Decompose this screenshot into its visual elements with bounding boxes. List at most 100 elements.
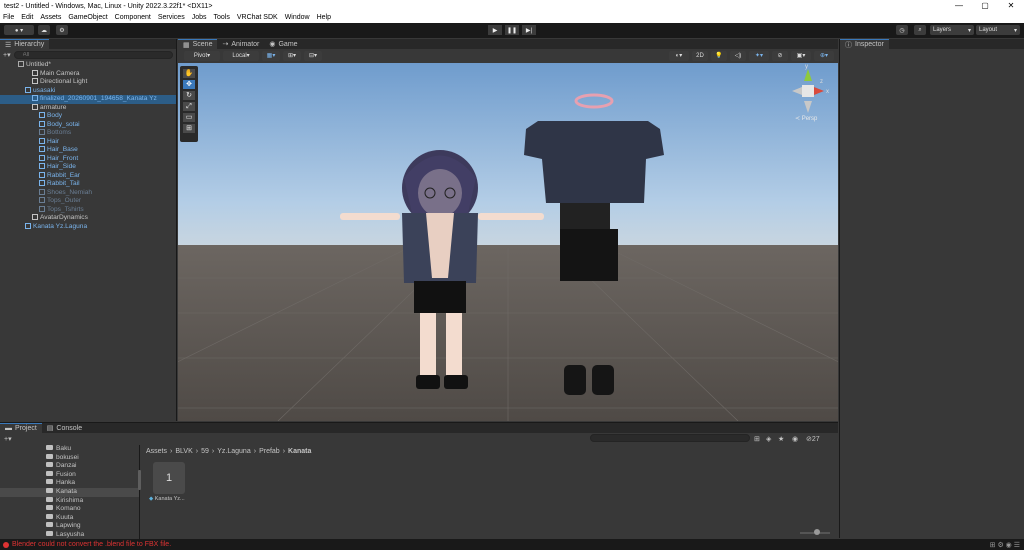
scale-tool-button[interactable]: ⤢ <box>183 102 195 111</box>
tab-inspector[interactable]: ⓘ Inspector <box>840 39 889 49</box>
hierarchy-item[interactable]: Tops_Tshirts <box>0 205 176 215</box>
audio-toggle[interactable]: ◁) <box>730 50 746 61</box>
pause-button[interactable]: ❚❚ <box>505 25 519 35</box>
history-button[interactable]: ◷ <box>896 25 908 35</box>
hierarchy-item[interactable]: Hair <box>0 137 176 147</box>
breadcrumb-item[interactable]: BLVK <box>175 448 192 455</box>
breadcrumb-item[interactable]: Yz.Laguna <box>217 448 250 455</box>
hierarchy-item[interactable]: Hair_Base <box>0 146 176 155</box>
star-icon[interactable]: ★ <box>778 435 784 443</box>
cloud-button[interactable]: ☁ <box>38 25 50 35</box>
hierarchy-item[interactable]: Kanata Yz.Laguna <box>0 222 176 232</box>
layers-dropdown[interactable]: Layers ▾ <box>930 25 974 35</box>
tab-scene[interactable]: ▦ Scene <box>178 39 218 49</box>
hierarchy-item[interactable]: Tops_Outer <box>0 197 176 206</box>
vertex-snap-button[interactable]: ⊟▾ <box>304 50 322 61</box>
hierarchy-item[interactable]: Rabbit_Tail <box>0 180 176 189</box>
hierarchy-item[interactable]: Hair_Side <box>0 163 176 172</box>
menu-services[interactable]: Services <box>158 14 185 21</box>
minimize-button[interactable]: — <box>946 0 972 12</box>
layout-dropdown[interactable]: Layout ▾ <box>976 25 1020 35</box>
hierarchy-item[interactable]: armature <box>0 103 176 113</box>
folder-item[interactable]: Hanka <box>0 479 139 488</box>
hierarchy-item[interactable]: AvatarDynamics <box>0 214 176 223</box>
hierarchy-search-input[interactable] <box>13 50 173 59</box>
hierarchy-item[interactable]: Untitled* <box>0 61 176 70</box>
hand-tool-button[interactable]: ✋ <box>183 69 195 78</box>
menu-file[interactable]: File <box>3 14 14 21</box>
gizmos-dropdown[interactable]: ⊕▾ <box>814 50 834 61</box>
services-button[interactable]: ⚙ <box>56 25 68 35</box>
add-asset-button[interactable]: +▾ <box>4 435 12 443</box>
menu-gameobject[interactable]: GameObject <box>68 14 107 21</box>
menu-assets[interactable]: Assets <box>40 14 61 21</box>
camera-dropdown[interactable]: ▣▾ <box>791 50 811 61</box>
project-search-input[interactable] <box>590 434 750 442</box>
hierarchy-item[interactable]: Body <box>0 112 176 121</box>
tab-console[interactable]: ▤ Console <box>42 423 87 433</box>
breadcrumb-item[interactable]: Kanata <box>288 448 311 455</box>
folder-item[interactable]: Kuuta <box>0 513 139 523</box>
tab-project[interactable]: ▬ Project <box>0 423 42 433</box>
menu-window[interactable]: Window <box>285 14 310 21</box>
draw-mode-button[interactable]: ◐▾ <box>669 50 689 61</box>
hierarchy-item[interactable]: Rabbit_Ear <box>0 171 176 181</box>
folder-tree-scrollbar[interactable] <box>138 470 141 490</box>
breadcrumb-item[interactable]: Assets <box>146 448 167 455</box>
folder-item[interactable]: Lasyusha <box>0 530 139 539</box>
hierarchy-item[interactable]: Main Camera <box>0 69 176 79</box>
local-dropdown[interactable]: Local ▾ <box>223 50 259 61</box>
search-button[interactable]: ⌕ <box>914 25 926 35</box>
hierarchy-item[interactable]: Bottoms <box>0 129 176 138</box>
asset-item[interactable]: ◆ Kanata Yz... <box>149 496 193 502</box>
play-button[interactable]: ▶ <box>488 25 502 35</box>
filter-icon[interactable]: ⊞ <box>754 435 760 443</box>
move-tool-button[interactable]: ✥ <box>183 80 195 89</box>
hierarchy-item[interactable]: Directional Light <box>0 78 176 87</box>
add-button[interactable]: +▾ <box>3 51 11 59</box>
tab-animator[interactable]: ⇢ Animator <box>217 39 264 49</box>
hierarchy-item[interactable]: Hair_Front <box>0 154 176 164</box>
folder-item[interactable]: bokusei <box>0 453 139 463</box>
hierarchy-item[interactable]: finalized_20260901_194658_Kanata Yz <box>0 95 176 104</box>
menu-tools[interactable]: Tools <box>214 14 230 21</box>
folder-item[interactable]: Kanata <box>0 487 139 497</box>
grid-snap-button[interactable]: ▦▾ <box>262 50 280 61</box>
hierarchy-item[interactable]: Body_sotai <box>0 120 176 130</box>
folder-item[interactable]: Komano <box>0 505 139 514</box>
transform-tool-button[interactable]: ⊞ <box>183 124 195 133</box>
hidden-toggle[interactable]: ⊘ <box>772 50 788 61</box>
eye-icon[interactable]: ◉ <box>792 435 798 443</box>
account-button[interactable]: ● ▾ <box>4 25 34 35</box>
folder-item[interactable]: Danzai <box>0 462 139 471</box>
status-message[interactable]: Blender could not convert the .blend fil… <box>12 541 171 548</box>
folder-item[interactable]: Lapwing <box>0 522 139 531</box>
tab-game[interactable]: ◉ Game <box>264 39 302 49</box>
menu-help[interactable]: Help <box>317 14 331 21</box>
zoom-slider-handle[interactable] <box>814 529 820 535</box>
menu-jobs[interactable]: Jobs <box>192 14 207 21</box>
hierarchy-item[interactable]: Shoes_Nemiah <box>0 188 176 198</box>
step-button[interactable]: ▶| <box>522 25 536 35</box>
breadcrumb-item[interactable]: 59 <box>201 448 209 455</box>
pivot-dropdown[interactable]: Pivot ▾ <box>184 50 220 61</box>
prefab-thumbnail[interactable]: 1 <box>153 462 185 494</box>
menu-edit[interactable]: Edit <box>21 14 33 21</box>
rotate-tool-button[interactable]: ↻ <box>183 91 195 100</box>
hierarchy-item[interactable]: usasaki <box>0 86 176 96</box>
close-button[interactable]: ✕ <box>998 0 1024 12</box>
rect-tool-button[interactable]: ▭ <box>183 113 195 122</box>
folder-item[interactable]: Baku <box>0 445 139 454</box>
persp-label[interactable]: ≺ Persp <box>795 116 818 122</box>
label-icon[interactable]: ◈ <box>766 435 771 443</box>
folder-item[interactable]: Fusion <box>0 470 139 480</box>
effects-dropdown[interactable]: ✦▾ <box>749 50 769 61</box>
2d-toggle[interactable]: 2D <box>692 50 708 61</box>
folder-item[interactable]: Kirishima <box>0 496 139 506</box>
scene-viewport[interactable]: y x z ≺ Persp ✋ ✥ ↻ ⤢ ▭ ⊞ <box>178 63 838 421</box>
menu-vrchat-sdk[interactable]: VRChat SDK <box>237 14 278 21</box>
maximize-button[interactable]: ▢ <box>972 0 998 12</box>
tab-hierarchy[interactable]: ☰ Hierarchy <box>0 39 50 49</box>
breadcrumb-item[interactable]: Prefab <box>259 448 280 455</box>
snap-increment-button[interactable]: ⊞▾ <box>283 50 301 61</box>
